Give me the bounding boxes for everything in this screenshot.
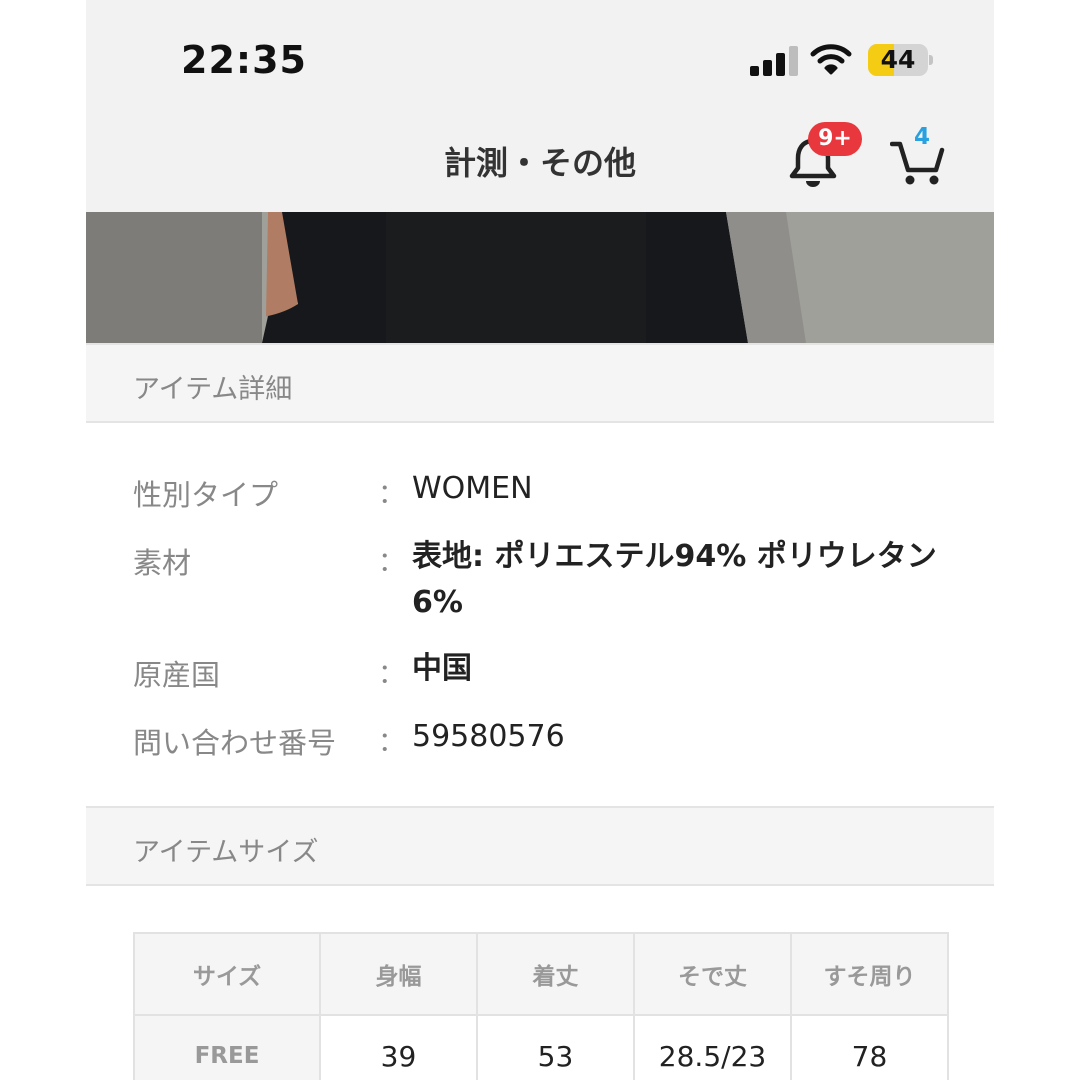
- battery-icon: 44: [868, 44, 934, 76]
- section-header-item-size: アイテムサイズ: [86, 806, 994, 886]
- notification-badge: 9+: [808, 122, 862, 156]
- table-cell: 53: [476, 1014, 635, 1080]
- detail-separator: ：: [378, 659, 405, 690]
- table-cell-size: FREE: [133, 1014, 321, 1080]
- section-header-item-details: アイテム詳細: [86, 343, 994, 423]
- table-cell: 39: [319, 1014, 478, 1080]
- detail-separator: ：: [378, 479, 405, 510]
- detail-label: 問い合わせ番号: [133, 726, 337, 760]
- detail-label: 素材: [133, 546, 192, 580]
- product-photo[interactable]: [86, 212, 994, 343]
- cart-count: 4: [914, 124, 931, 150]
- detail-value: 59580576: [412, 719, 565, 754]
- detail-label: 性別タイプ: [133, 478, 279, 512]
- detail-separator: ：: [378, 547, 405, 578]
- detail-value: 中国: [412, 651, 472, 686]
- top-bar: 22:35 44 計測・その他 9+ 4: [86, 0, 994, 212]
- status-time: 22:35: [181, 38, 307, 82]
- table-row: FREE 39 53 28.5/23 78: [133, 1014, 949, 1080]
- size-table-header-row: サイズ 身幅 着丈 そで丈 すそ周り: [133, 932, 949, 1016]
- app-screen: 22:35 44 計測・その他 9+ 4 アイテム詳細 性別タイプ ： WOME…: [86, 0, 994, 1080]
- detail-separator: ：: [378, 727, 405, 758]
- column-header-length: 着丈: [476, 932, 635, 1016]
- column-header-width: 身幅: [319, 932, 478, 1016]
- wifi-icon: [810, 44, 852, 75]
- section-title: アイテムサイズ: [133, 837, 319, 868]
- battery-level: 44: [880, 45, 916, 74]
- table-cell: 78: [790, 1014, 949, 1080]
- detail-value: 表地: ポリエステル94% ポリウレタン6%: [412, 539, 937, 620]
- column-header-hem: すそ周り: [790, 932, 949, 1016]
- column-header-sleeve: そで丈: [633, 932, 792, 1016]
- cellular-signal-icon: [750, 46, 798, 76]
- table-cell: 28.5/23: [633, 1014, 792, 1080]
- detail-label: 原産国: [133, 658, 221, 692]
- detail-value: WOMEN: [412, 471, 533, 506]
- section-title: アイテム詳細: [133, 374, 293, 405]
- column-header-size: サイズ: [133, 932, 321, 1016]
- size-table: サイズ 身幅 着丈 そで丈 すそ周り FREE 39 53 28.5/23 78: [133, 932, 949, 1080]
